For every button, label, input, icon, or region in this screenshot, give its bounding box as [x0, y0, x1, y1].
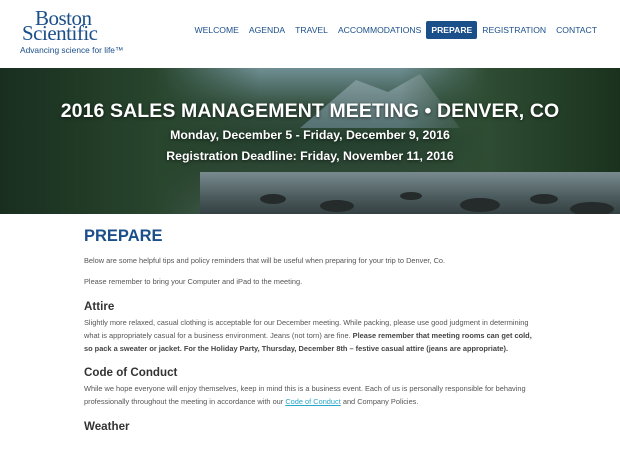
hero-registration-deadline: Registration Deadline: Friday, November … [166, 149, 454, 163]
attire-text: Slightly more relaxed, casual clothing i… [84, 316, 534, 355]
nav-prepare[interactable]: PREPARE [426, 21, 478, 39]
conduct-text: While we hope everyone will enjoy themse… [84, 382, 534, 408]
boston-scientific-logo[interactable]: Boston Scientific Advancing science for … [18, 8, 138, 58]
page-title: PREPARE [84, 227, 163, 245]
logo-name-line2: Scientific [22, 21, 98, 45]
nav-contact[interactable]: CONTACT [551, 21, 602, 39]
intro-reminder-text: Please remember to bring your Computer a… [84, 277, 303, 286]
nav-welcome[interactable]: WELCOME [189, 21, 243, 39]
hero-banner: 2016 SALES MANAGEMENT MEETING • DENVER, … [0, 68, 620, 214]
nav-travel[interactable]: TRAVEL [290, 21, 333, 39]
weather-heading: Weather [84, 420, 130, 433]
intro-text: Below are some helpful tips and policy r… [84, 256, 446, 265]
site-header: Boston Scientific Advancing science for … [0, 0, 620, 68]
hero-title: 2016 SALES MANAGEMENT MEETING • DENVER, … [60, 100, 560, 122]
conduct-heading: Code of Conduct [84, 366, 178, 379]
nav-registration[interactable]: REGISTRATION [477, 21, 551, 39]
hero-dates: Monday, December 5 - Friday, December 9,… [170, 128, 450, 142]
attire-heading: Attire [84, 300, 115, 313]
nav-accommodations[interactable]: ACCOMMODATIONS [333, 21, 426, 39]
nav-agenda[interactable]: AGENDA [244, 21, 290, 39]
main-content: PREPARE Below are some helpful tips and … [84, 226, 534, 436]
conduct-text-after: and Company Policies. [340, 397, 419, 406]
main-nav: WELCOME AGENDA TRAVEL ACCOMMODATIONS PRE… [189, 21, 602, 39]
logo-tagline: Advancing science for life™ [20, 45, 124, 55]
code-of-conduct-link[interactable]: Code of Conduct [285, 397, 340, 406]
